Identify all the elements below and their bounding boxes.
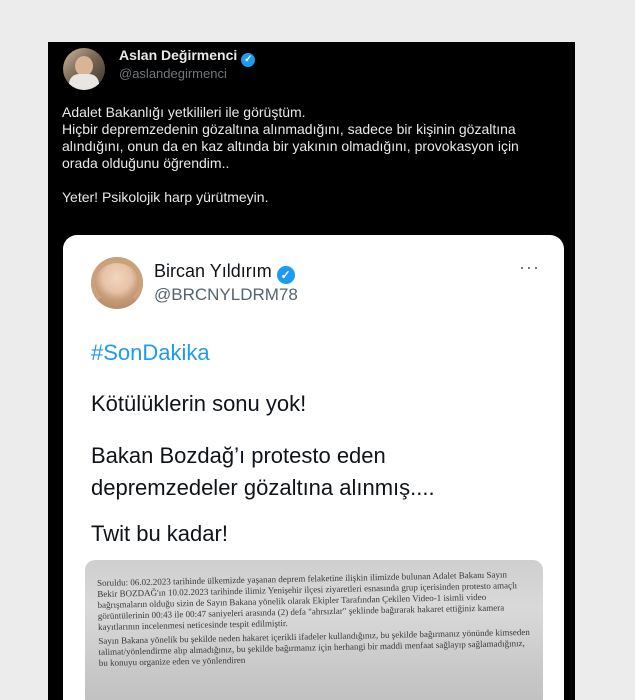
quoted-text-line: Kötülüklerin sonu yok! [91,391,307,416]
quoted-text-line: depremzedeler gözaltına alınmış.... [91,475,435,500]
tweet-line: alındığını, onun da en kaz altında bir y… [62,138,519,154]
tweet-text: Adalet Bakanlığı yetkilileri ile görüştü… [62,104,562,206]
quoted-author-name[interactable]: Bircan Yıldırım ✓ [154,261,295,284]
avatar-face [75,56,93,76]
quoted-author-name-text[interactable]: Bircan Yıldırım [154,261,272,281]
avatar-shirt [69,74,99,90]
author-name[interactable]: Aslan Değirmenci ✓ [119,47,256,67]
tweet-line: Hiçbir depremzedenin gözaltına alınmadığ… [62,121,516,137]
quoted-text-line: Twit bu kadar! [91,521,228,546]
tweet-line: orada olduğunu öğrendim.. [62,155,230,171]
document-image[interactable]: Soruldu: 06.02.2023 tarihinde ülkemizde … [85,560,543,700]
quoted-avatar[interactable] [91,257,143,309]
author-name-text[interactable]: Aslan Değirmenci [119,47,237,63]
avatar[interactable] [63,48,105,90]
document-text: Soruldu: 06.02.2023 tarihinde ülkemizde … [97,569,531,672]
quoted-text-line: Bakan Bozdağ’ı protesto eden [91,443,386,468]
document-paragraph: Sayın Bakana yönelik bu şekilde neden ha… [98,626,530,668]
tweet-line: Adalet Bakanlığı yetkilileri ile görüştü… [62,104,306,120]
avatar-hair [91,257,143,309]
hashtag-link[interactable]: #SonDakika [91,340,210,366]
quoted-author-handle[interactable]: @BRCNYLDRM78 [154,285,298,305]
document-paragraph: Soruldu: 06.02.2023 tarihinde ülkemizde … [97,569,518,632]
author-handle[interactable]: @aslandegirmenci [119,66,227,81]
outer-tweet: Aslan Değirmenci ✓ @aslandegirmenci Adale… [48,42,575,700]
verified-badge-icon: ✓ [241,53,256,67]
more-options-icon[interactable]: ··· [519,257,540,278]
verified-badge-icon: ✓ [276,266,295,284]
tweet-line: Yeter! Psikolojik harp yürütmeyin. [62,189,269,205]
quoted-tweet-card[interactable]: Bircan Yıldırım ✓ @BRCNYLDRM78 ··· #SonDa… [63,235,564,700]
